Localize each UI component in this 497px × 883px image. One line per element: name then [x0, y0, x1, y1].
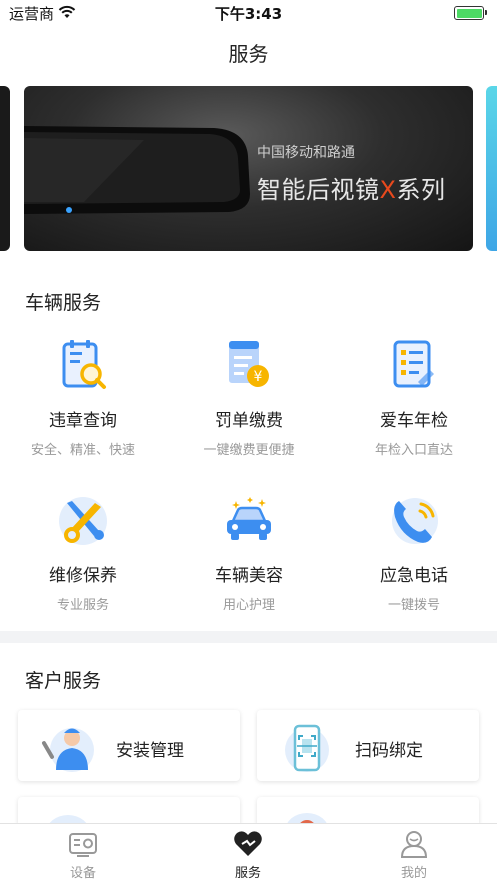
- fine-payment-icon: ¥: [229, 341, 269, 387]
- rearview-mirror-image: [24, 126, 250, 214]
- annual-inspection-icon: [393, 340, 434, 388]
- service-label: 罚单缴费: [215, 411, 283, 431]
- card-label: 扫码绑定: [355, 741, 423, 761]
- battery-icon: [454, 6, 487, 20]
- card-install-management[interactable]: 安装管理: [18, 710, 240, 781]
- svg-text:¥: ¥: [254, 369, 263, 385]
- scan-bind-icon: [285, 724, 329, 772]
- customer-services-title: 客户服务: [25, 670, 102, 692]
- card-label: 安装管理: [116, 741, 184, 761]
- service-desc: 一键拨号: [387, 598, 440, 613]
- service-desc: 一键缴费更便捷: [203, 443, 295, 458]
- banner-title: 智能后视镜X系列: [257, 176, 446, 204]
- service-label: 爱车年检: [380, 411, 448, 431]
- banner-prev-slide[interactable]: [0, 86, 10, 251]
- service-desc: 年检入口直达: [374, 443, 453, 458]
- banner-next-slide[interactable]: [486, 86, 497, 251]
- emergency-phone-icon: [392, 498, 438, 544]
- installer-icon: [42, 728, 94, 772]
- service-emergency-phone[interactable]: 应急电话 一键拨号: [331, 491, 497, 613]
- service-desc: 专业服务: [56, 598, 109, 613]
- device-icon: [69, 833, 97, 857]
- service-label: 违章查询: [49, 411, 117, 431]
- repair-tools-icon: [59, 497, 107, 545]
- service-desc: 安全、精准、快速: [30, 443, 135, 458]
- heart-icon: [234, 831, 262, 856]
- profile-icon: [400, 831, 428, 858]
- clock: 下午3:43: [214, 5, 283, 23]
- service-repair-maintenance[interactable]: 维修保养 专业服务: [0, 491, 166, 613]
- service-fine-payment[interactable]: ¥ 罚单缴费 一键缴费更便捷: [166, 336, 332, 458]
- section-divider: [0, 631, 497, 643]
- tab-profile[interactable]: 我的: [374, 830, 454, 881]
- tab-label: 设备: [69, 866, 96, 881]
- banner-carousel[interactable]: 中国移动和路通 智能后视镜X系列: [0, 86, 497, 251]
- banner-subtitle: 中国移动和路通: [257, 145, 355, 161]
- tab-service[interactable]: 服务: [208, 830, 288, 881]
- vehicle-services-title: 车辆服务: [25, 292, 102, 314]
- service-car-beauty[interactable]: 车辆美容 用心护理: [166, 491, 332, 613]
- service-annual-inspection[interactable]: 爱车年检 年检入口直达: [331, 336, 497, 458]
- service-desc: 用心护理: [222, 598, 275, 613]
- violation-search-icon: [62, 340, 106, 389]
- status-bar: 运营商 下午3:43: [0, 0, 497, 26]
- tab-label: 我的: [400, 866, 427, 881]
- service-label: 车辆美容: [215, 566, 283, 586]
- card-scan-bind[interactable]: 扫码绑定: [257, 710, 479, 781]
- tab-device[interactable]: 设备: [43, 830, 123, 881]
- service-violation-search[interactable]: 违章查询 安全、精准、快速: [0, 336, 166, 458]
- service-label: 应急电话: [380, 566, 448, 586]
- tab-label: 服务: [234, 866, 261, 881]
- banner-slide[interactable]: 中国移动和路通 智能后视镜X系列: [24, 86, 473, 251]
- page-title: 服务: [228, 42, 269, 66]
- service-label: 维修保养: [49, 566, 117, 586]
- tab-bar: 设备 服务 我的: [0, 823, 497, 883]
- car-beauty-icon: [227, 497, 271, 540]
